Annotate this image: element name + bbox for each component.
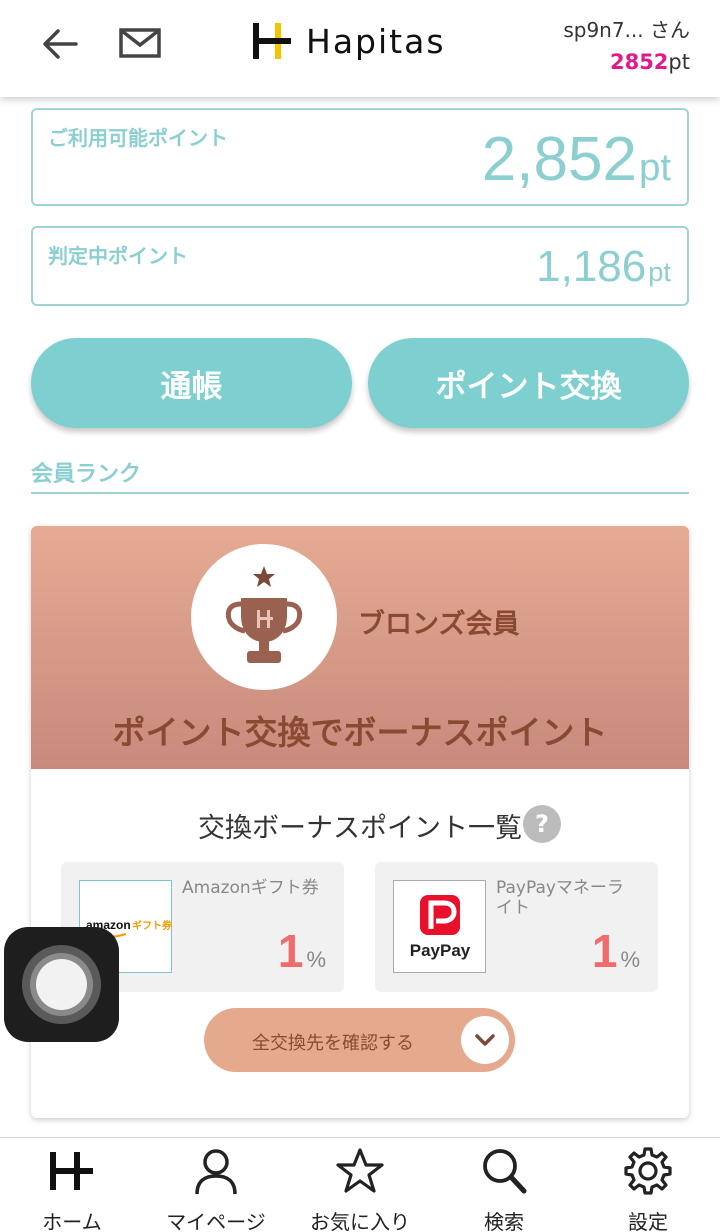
header-points: 2852pt (610, 50, 690, 74)
nav-item-home[interactable]: ホーム (0, 1138, 144, 1232)
paypay-logo: PayPay (393, 880, 486, 973)
exchange-item-name: PayPayマネーライト (496, 878, 624, 918)
member-rank-title: 会員ランク (31, 462, 142, 487)
exchange-item-paypay[interactable]: PayPay PayPayマネーライト 1% (375, 862, 658, 992)
available-points-label: ご利用可能ポイント (48, 126, 228, 150)
nav-label-settings: 設定 (628, 1210, 668, 1232)
star-icon (336, 1148, 384, 1193)
header-points-unit: pt (668, 50, 690, 74)
assistive-touch-ring (22, 945, 101, 1024)
nav-item-settings[interactable]: 設定 (576, 1138, 720, 1232)
available-points-box: ご利用可能ポイント 2,852pt (31, 108, 689, 206)
rank-banner: ブロンズ会員 ポイント交換でボーナスポイント (31, 526, 689, 769)
exchange-item-rate: 1% (277, 925, 326, 977)
available-points-value: 2,852pt (481, 125, 671, 194)
rank-card: ブロンズ会員 ポイント交換でボーナスポイント 交換ボーナスポイント一覧 ? am… (31, 526, 689, 1118)
pending-points-value: 1,186pt (536, 242, 671, 291)
help-icon[interactable]: ? (523, 805, 561, 843)
svg-text:ギフト券: ギフト券 (132, 919, 173, 932)
mail-icon[interactable] (119, 27, 161, 59)
nav-label-home: ホーム (42, 1210, 102, 1232)
nav-label-search: 検索 (484, 1210, 524, 1232)
exchange-item-name: Amazonギフト券 (182, 878, 319, 898)
assistive-touch-inner-ring (30, 953, 93, 1016)
trophy-badge (191, 544, 337, 690)
pending-points-label: 判定中ポイント (48, 244, 188, 268)
user-name[interactable]: sp9n7... さん (563, 14, 690, 43)
search-icon (483, 1149, 527, 1194)
chevron-down-icon (461, 1016, 509, 1064)
nav-item-mypage[interactable]: マイページ (144, 1138, 288, 1232)
gear-icon (624, 1147, 672, 1195)
assistive-touch-button[interactable] (4, 927, 119, 1042)
logo-text: Hapitas (306, 21, 446, 61)
view-all-exchanges-button[interactable]: 全交換先を確認する (204, 1008, 515, 1072)
rank-name: ブロンズ会員 (358, 609, 520, 640)
bonus-list-title: 交換ボーナスポイント一覧 (198, 813, 522, 844)
hapitas-logo-icon (50, 1152, 93, 1190)
trophy-icon (225, 566, 303, 663)
back-arrow-icon[interactable] (40, 26, 80, 62)
person-icon (195, 1149, 237, 1195)
nav-item-search[interactable]: 検索 (432, 1138, 576, 1232)
hapitas-mark-icon (253, 23, 291, 59)
svg-text:PayPay: PayPay (410, 941, 471, 960)
hapitas-logo[interactable]: Hapitas (250, 20, 446, 62)
nav-label-favorites: お気に入り (310, 1210, 410, 1232)
nav-label-mypage: マイページ (166, 1210, 266, 1232)
view-all-label: 全交換先を確認する (252, 1033, 414, 1054)
passbook-button[interactable]: 通帳 (31, 338, 352, 428)
pending-points-box: 判定中ポイント 1,186pt (31, 226, 689, 306)
section-divider (31, 492, 689, 494)
header-points-value: 2852 (609, 50, 669, 74)
paypay-icon: PayPay (410, 895, 471, 960)
point-exchange-button[interactable]: ポイント交換 (368, 338, 689, 428)
exchange-item-rate: 1% (591, 925, 640, 977)
app-header: Hapitas sp9n7... さん 2852pt (0, 0, 720, 97)
bottom-navigation: ホーム マイページ お気に入り 検索 設定 (0, 1137, 720, 1232)
assistive-touch-core (36, 959, 87, 1010)
rank-bonus-title: ポイント交換でボーナスポイント (112, 713, 608, 752)
nav-item-favorites[interactable]: お気に入り (288, 1138, 432, 1232)
